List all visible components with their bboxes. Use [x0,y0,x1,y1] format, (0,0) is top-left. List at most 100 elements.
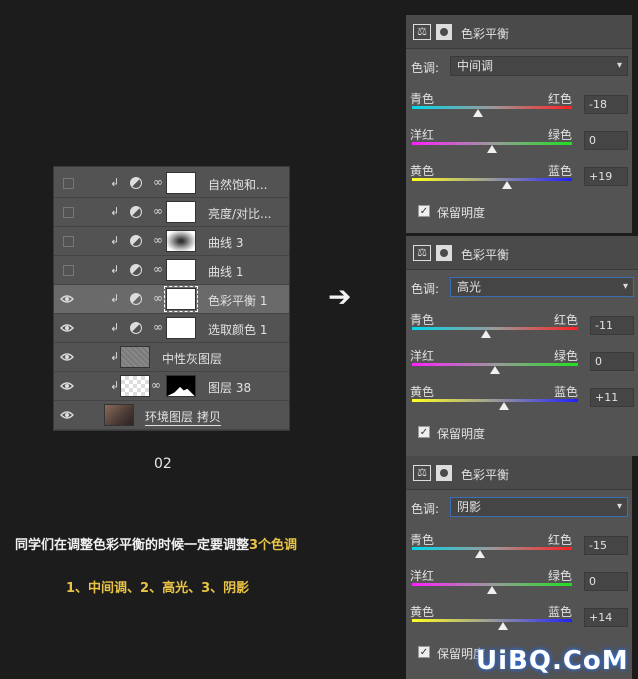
layer-name: 曲线 3 [208,236,244,250]
slider-thumb[interactable] [490,366,500,374]
slider-right-label: 蓝色 [554,385,579,399]
visibility-toggle-empty[interactable] [63,265,74,276]
preserve-luminosity-checkbox[interactable]: ✓ [418,426,430,438]
panel-header: ⚖ 色彩平衡 [406,15,632,49]
clip-arrow-icon: ↲ [110,234,120,247]
clip-arrow-icon: ↲ [110,292,120,305]
tone-select-value: 阴影 [457,500,482,514]
slider-thumb[interactable] [498,622,509,630]
slider-thumb[interactable] [487,586,497,594]
slider-value-input[interactable]: 0 [584,572,628,591]
layer-row[interactable]: ↲ ∞ 亮度/对比... [54,198,289,227]
layer-mask-thumbnail [166,201,196,223]
tone-select[interactable]: 中间调 ▾ [450,56,628,76]
clip-arrow-icon: ↲ [110,321,120,334]
adjustment-layer-icon [130,235,142,247]
preserve-luminosity-checkbox[interactable]: ✓ [418,205,430,217]
layer-row[interactable]: ↲ ∞ 选取颜色 1 [54,314,289,343]
slider-thumb[interactable] [502,181,513,189]
color-slider-track[interactable] [412,547,572,550]
mask-icon[interactable] [436,245,452,261]
link-chain-icon[interactable]: ∞ [151,378,161,392]
layer-row[interactable]: ↲ 中性灰图层 [54,343,289,372]
panel-title: 色彩平衡 [461,27,510,41]
slider-thumb[interactable] [499,402,510,410]
slider-left-label: 洋红 [410,128,435,142]
tone-select[interactable]: 阴影 ▾ [450,497,628,517]
slider-right-label: 红色 [554,313,579,327]
layer-name: 亮度/对比... [208,207,272,221]
link-chain-icon[interactable]: ∞ [153,204,163,218]
slider-value-input[interactable]: -11 [590,316,634,335]
layer-row[interactable]: ↲ ∞ 曲线 3 [54,227,289,256]
slider-thumb[interactable] [475,550,485,558]
clip-arrow-icon: ↲ [110,379,120,392]
tone-select[interactable]: 高光 ▾ [450,277,634,297]
slider-value-input[interactable]: -18 [584,95,628,114]
layer-row[interactable]: ↲ ∞ 色彩平衡 1 [54,285,289,314]
mask-icon[interactable] [436,24,452,40]
clip-arrow-icon: ↲ [110,263,120,276]
slider-left-label: 青色 [410,92,435,106]
mask-icon[interactable] [436,465,452,481]
layer-row[interactable]: ↲ ∞ 自然饱和... [54,169,289,198]
slider-left-label: 洋红 [410,569,435,583]
slider-thumb[interactable] [487,145,497,153]
link-chain-icon[interactable]: ∞ [153,320,163,334]
color-slider-track[interactable] [412,399,578,402]
layer-row[interactable]: ↲环境图层 拷贝 [54,401,289,430]
layer-thumbnail [120,346,150,368]
slider-right-label: 红色 [548,92,573,106]
clip-arrow-icon: ↲ [110,350,120,363]
slider-right-label: 蓝色 [548,164,573,178]
link-chain-icon[interactable]: ∞ [153,262,163,276]
adjustment-layer-icon [130,177,142,189]
panel-title: 色彩平衡 [461,468,510,482]
eye-icon[interactable] [60,293,74,305]
color-slider-track[interactable] [412,327,578,330]
layer-mask-thumbnail [166,375,196,397]
layer-name: 选取颜色 1 [208,323,268,337]
slider-thumb[interactable] [472,109,483,117]
layer-mask-thumbnail [166,317,196,339]
slider-value-input[interactable]: +19 [584,167,628,186]
link-chain-icon[interactable]: ∞ [153,175,163,189]
color-slider-track[interactable] [412,106,572,109]
slider-left-label: 洋红 [410,349,435,363]
slider-value-input[interactable]: 0 [590,352,634,371]
clip-arrow-icon: ↲ [110,205,120,218]
link-chain-icon[interactable]: ∞ [153,233,163,247]
color-slider-track[interactable] [412,619,572,622]
link-chain-icon[interactable]: ∞ [153,291,163,305]
layer-mask-thumbnail [166,259,196,281]
eye-icon[interactable] [60,380,74,392]
slider-value-input[interactable]: -15 [584,536,628,555]
eye-icon[interactable] [60,409,74,421]
layer-mask-thumbnail [164,286,198,312]
visibility-toggle-empty[interactable] [63,207,74,218]
slider-left-label: 青色 [410,533,435,547]
adjustment-layer-icon [130,293,142,305]
chevron-down-icon: ▾ [622,281,628,292]
instruction-line-1: 同学们在调整色彩平衡的时候一定要调整3个色调 [15,534,297,553]
tone-label: 色调: [411,502,440,516]
preserve-luminosity-label: 保留明度 [437,427,486,441]
chevron-down-icon: ▾ [616,60,622,71]
slider-thumb[interactable] [480,330,491,338]
layer-row[interactable]: ↲ ∞ 图层 38 [54,372,289,401]
color-balance-panel: ⚖ 色彩平衡 色调: 中间调 ▾ 青色 红色 -18 洋红 绿色 0 黄色 蓝色 +19 ✓ 保留明度 [406,15,632,233]
color-slider-track[interactable] [412,178,572,181]
layer-mask-thumbnail [166,230,196,252]
slider-value-input[interactable]: +14 [584,608,628,627]
visibility-toggle-empty[interactable] [63,236,74,247]
balance-scale-icon: ⚖ [413,245,431,261]
visibility-toggle-empty[interactable] [63,178,74,189]
slider-value-input[interactable]: +11 [590,388,634,407]
preserve-luminosity-checkbox[interactable]: ✓ [418,646,430,658]
eye-icon[interactable] [60,351,74,363]
instruction-prefix: 同学们在调整色彩平衡的时候一定要调整 [15,538,250,553]
eye-icon[interactable] [60,322,74,334]
slider-value-input[interactable]: 0 [584,131,628,150]
layer-row[interactable]: ↲ ∞ 曲线 1 [54,256,289,285]
slider-right-label: 红色 [548,533,573,547]
